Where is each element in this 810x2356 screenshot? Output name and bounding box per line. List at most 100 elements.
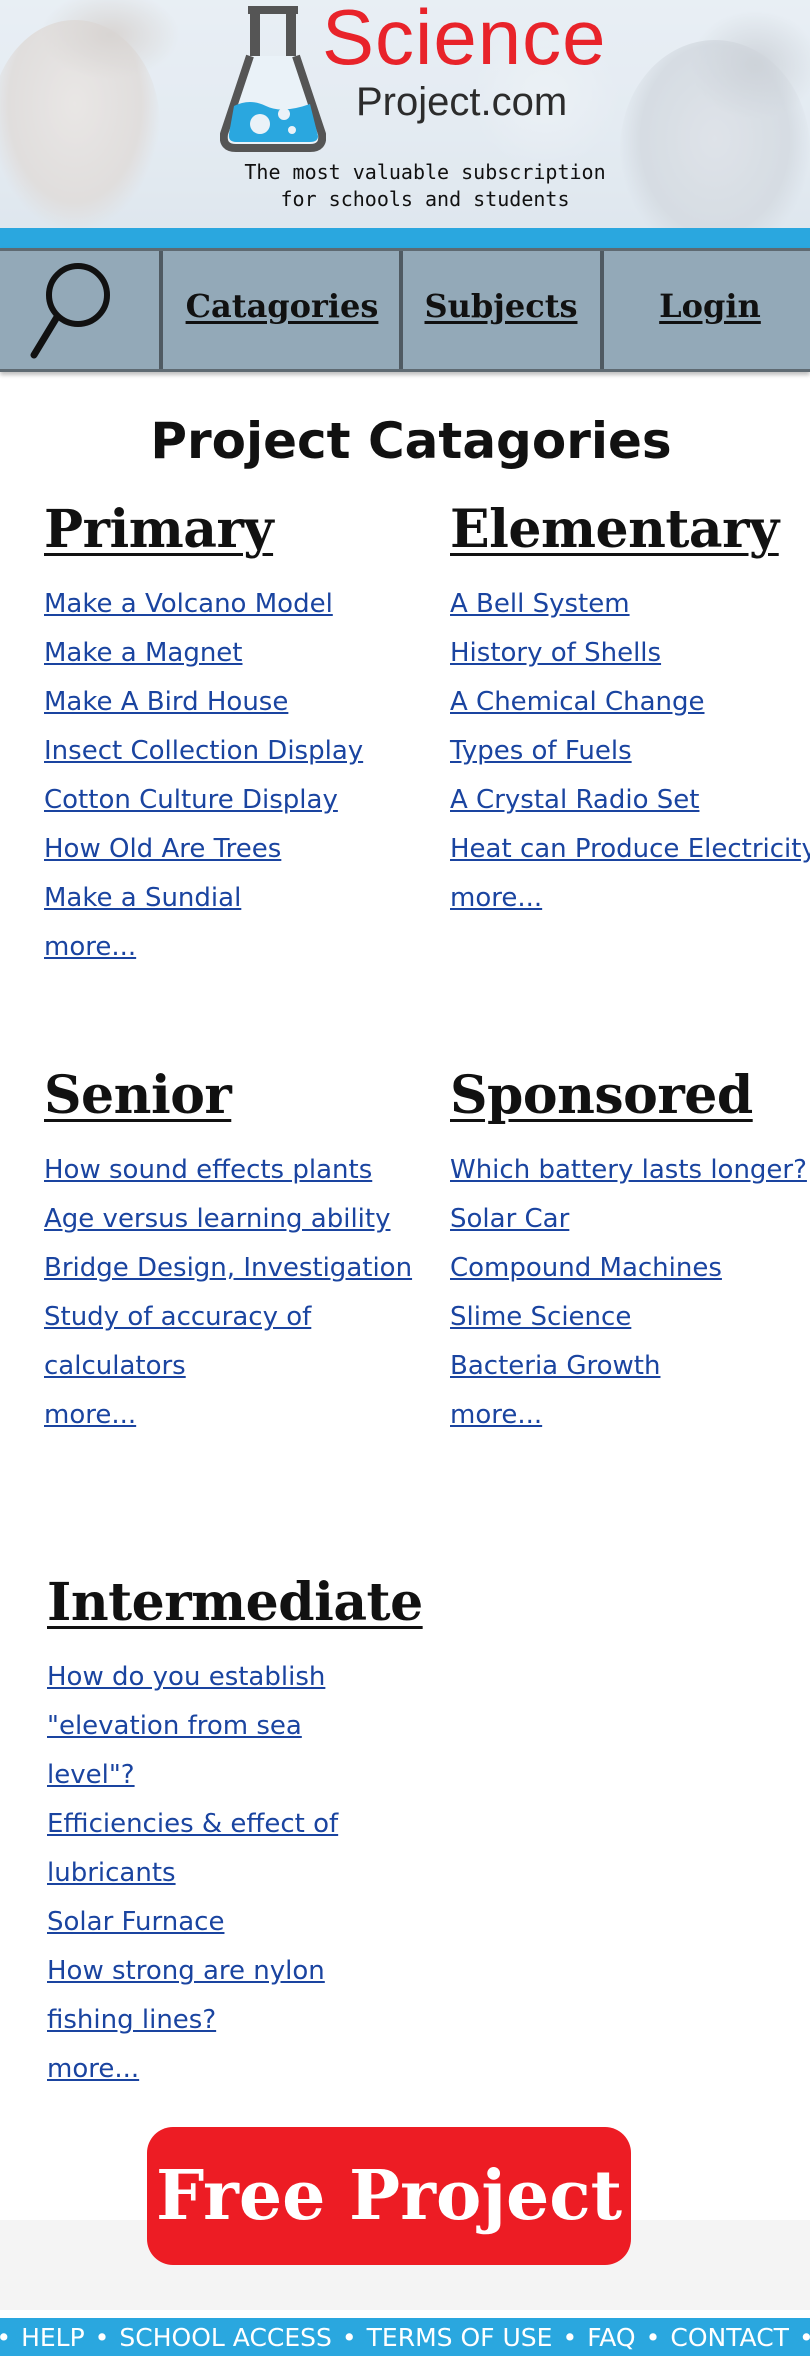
list-item: Make a Magnet [44,629,424,678]
list-item: more... [47,2045,427,2094]
list-item: Compound Machines [450,1244,810,1293]
list-item: Bacteria Growth [450,1342,810,1391]
list-item: History of Shells [450,629,810,678]
project-link[interactable]: Insect Collection Display [44,727,363,776]
flask-logo-icon[interactable] [220,6,326,152]
project-link[interactable]: How Old Are Trees [44,825,281,874]
project-link[interactable]: Bacteria Growth [450,1342,660,1391]
logo-domain[interactable]: Project.com [356,82,567,122]
list-item: How strong are nylon fishing lines? [47,1947,427,2045]
list-item: Bridge Design, Investigation [44,1244,424,1293]
project-list-elementary: A Bell System History of Shells A Chemic… [450,580,810,923]
project-link[interactable]: Study of accuracy of calculators [44,1293,374,1391]
section-title-intermediate[interactable]: Intermediate [47,1571,427,1635]
project-link[interactable]: How sound effects plants [44,1146,372,1195]
project-link[interactable]: Efficiencies & effect of lubricants [47,1800,347,1898]
footer-separator: • [645,2322,661,2352]
footer-link-help[interactable]: HELP [21,2323,85,2352]
hero-banner: Science Project.com The most valuable su… [0,0,810,228]
list-item: more... [450,874,810,923]
tagline-line-1: The most valuable subscription [244,160,606,184]
footer-separator: • [341,2322,357,2352]
main-nav: Catagories Subjects Login [0,248,810,372]
project-link[interactable]: A Bell System [450,580,630,629]
list-item: Make a Volcano Model [44,580,424,629]
footer-separator: • [94,2322,110,2352]
project-link[interactable]: Make a Volcano Model [44,580,333,629]
list-item: How Old Are Trees [44,825,424,874]
project-link[interactable]: Make a Sundial [44,874,241,923]
list-item: How do you establish "elevation from sea… [47,1653,427,1800]
list-item: A Chemical Change [450,678,810,727]
list-item: Solar Furnace [47,1898,427,1947]
section-title-senior[interactable]: Senior [44,1064,424,1128]
footer-link-contact[interactable]: CONTACT [670,2323,789,2352]
list-item: Efficiencies & effect of lubricants [47,1800,427,1898]
list-item: more... [450,1391,810,1440]
list-item: Age versus learning ability [44,1195,424,1244]
footer-link-terms[interactable]: TERMS OF USE [367,2323,553,2352]
section-elementary: Elementary A Bell System History of Shel… [450,498,810,923]
list-item: Slime Science [450,1293,810,1342]
project-link[interactable]: How strong are nylon fishing lines? [47,1947,417,2045]
project-link[interactable]: A Chemical Change [450,678,705,727]
nav-login[interactable]: Login [604,287,810,325]
nav-divider [159,251,163,369]
project-link[interactable]: Age versus learning ability [44,1195,390,1244]
more-link[interactable]: more... [450,1391,542,1440]
project-list-intermediate: How do you establish "elevation from sea… [47,1653,427,2094]
footer-bar: • HELP • SCHOOL ACCESS • TERMS OF USE • … [0,2318,810,2356]
project-list-senior: How sound effects plants Age versus lear… [44,1146,424,1440]
list-item: Which battery lasts longer? [450,1146,810,1195]
project-list-sponsored: Which battery lasts longer? Solar Car Co… [450,1146,810,1440]
list-item: Insect Collection Display [44,727,424,776]
section-intermediate: Intermediate How do you establish "eleva… [47,1571,427,2094]
project-link[interactable]: Heat can Produce Electricity [450,825,810,874]
list-item: Study of accuracy of calculators [44,1293,424,1391]
list-item: How sound effects plants [44,1146,424,1195]
project-link[interactable]: Compound Machines [450,1244,722,1293]
section-title-primary[interactable]: Primary [44,498,424,562]
list-item: Solar Car [450,1195,810,1244]
list-item: A Crystal Radio Set [450,776,810,825]
project-link[interactable]: Bridge Design, Investigation [44,1244,412,1293]
project-link[interactable]: Which battery lasts longer? [450,1146,807,1195]
free-project-button[interactable]: Free Project [147,2127,631,2265]
list-item: A Bell System [450,580,810,629]
list-item: Cotton Culture Display [44,776,424,825]
search-button[interactable] [0,251,160,369]
project-link[interactable]: Slime Science [450,1293,631,1342]
page-title: Project Catagories [150,412,672,470]
footer-link-faq[interactable]: FAQ [587,2323,635,2352]
more-link[interactable]: more... [47,2045,139,2094]
footer-link-school-access[interactable]: SCHOOL ACCESS [119,2323,331,2352]
header-accent-strip [0,228,810,248]
more-link[interactable]: more... [450,874,542,923]
section-primary: Primary Make a Volcano Model Make a Magn… [44,498,424,972]
list-item: Heat can Produce Electricity [450,825,810,874]
nav-categories[interactable]: Catagories [164,287,400,325]
list-item: Types of Fuels [450,727,810,776]
project-link[interactable]: Cotton Culture Display [44,776,338,825]
list-item: more... [44,1391,424,1440]
magnifier-icon [30,263,110,359]
project-link[interactable]: How do you establish "elevation from sea… [47,1653,377,1800]
project-link[interactable]: Make a Magnet [44,629,243,678]
list-item: Make a Sundial [44,874,424,923]
project-link[interactable]: Solar Car [450,1195,569,1244]
project-link[interactable]: Solar Furnace [47,1898,224,1947]
section-title-elementary[interactable]: Elementary [450,498,810,562]
project-link[interactable]: Types of Fuels [450,727,632,776]
tagline-line-2: for schools and students [280,187,570,211]
footer-separator: • [799,2323,810,2352]
tagline: The most valuable subscription for schoo… [0,159,810,213]
more-link[interactable]: more... [44,923,136,972]
section-title-sponsored[interactable]: Sponsored [450,1064,810,1128]
project-link[interactable]: History of Shells [450,629,661,678]
footer-separator: • [562,2322,578,2352]
logo-wordmark[interactable]: Science [322,0,607,76]
nav-subjects[interactable]: Subjects [403,287,599,325]
project-link[interactable]: Make A Bird House [44,678,288,727]
more-link[interactable]: more... [44,1391,136,1440]
project-link[interactable]: A Crystal Radio Set [450,776,699,825]
